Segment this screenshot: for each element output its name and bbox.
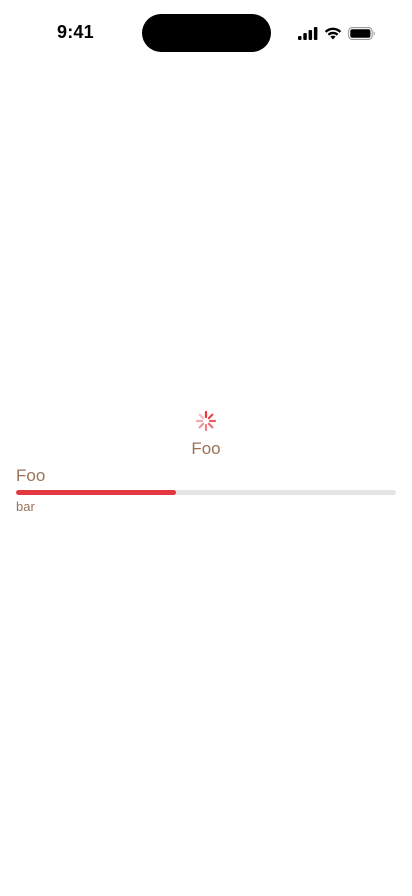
battery-icon: [348, 26, 376, 40]
cellular-signal-icon: [298, 26, 318, 40]
spinner-spoke: [207, 413, 214, 420]
spinner-spoke: [198, 422, 205, 429]
activity-spinner-icon: [195, 410, 217, 432]
progress-caption: bar: [16, 499, 35, 514]
wifi-icon: [324, 27, 342, 40]
progress-title: Foo: [16, 466, 46, 485]
loader-label: Foo: [191, 439, 221, 458]
status-icons: [298, 25, 376, 41]
progress-fill: [16, 490, 176, 495]
spinner-spoke: [198, 413, 205, 420]
status-time: 9:41: [57, 22, 94, 42]
screen: 9:41 Foo Foo bar: [0, 0, 412, 896]
spinner-spoke: [207, 422, 214, 429]
progress-track: [16, 490, 396, 495]
status-bar: 9:41: [0, 0, 412, 66]
dynamic-island: [142, 14, 271, 52]
